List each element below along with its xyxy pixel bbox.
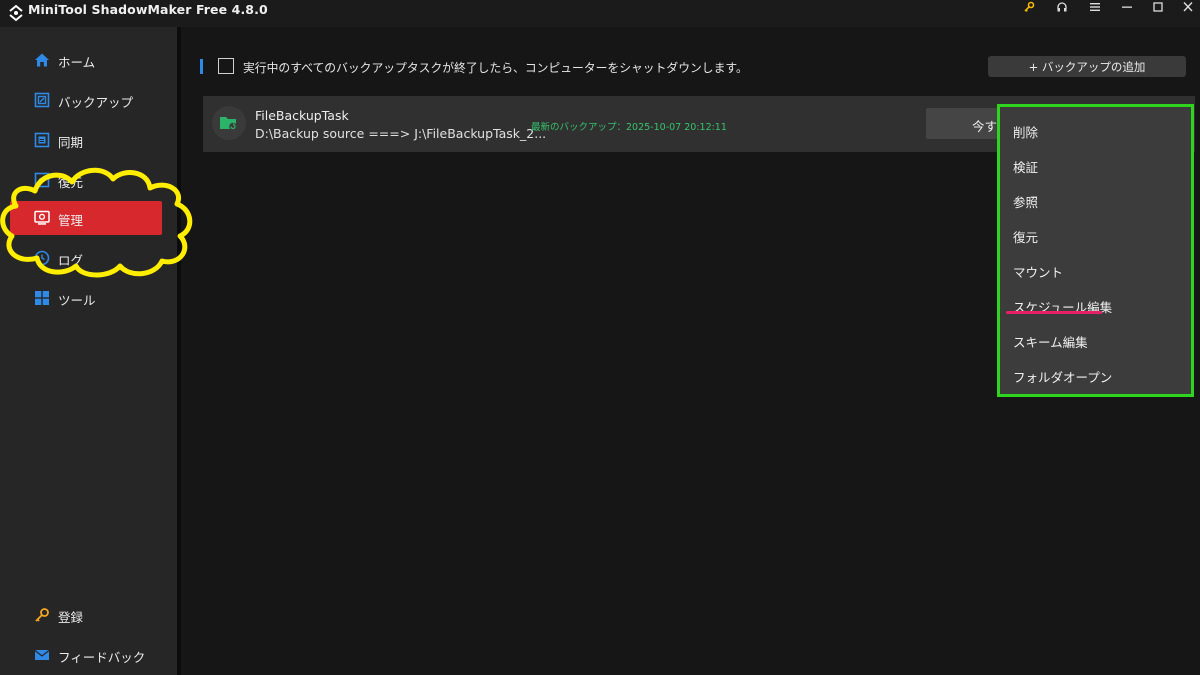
add-backup-button[interactable]: + バックアップの追加	[988, 56, 1186, 77]
menu-item-label: 参照	[1013, 195, 1039, 210]
menu-item-label: フォルダオープン	[1013, 370, 1113, 385]
mail-icon	[34, 650, 50, 660]
task-last-backup: 最新のバックアップ：2025-10-07 20:12:11	[531, 122, 727, 133]
sidebar-item-label: 管理	[58, 213, 84, 228]
key-icon[interactable]	[1017, 0, 1041, 14]
sidebar-item-label: バックアップ	[58, 95, 134, 110]
backup-now-label: 今す	[972, 119, 998, 134]
sidebar-item-label: ログ	[58, 253, 84, 268]
restore-icon	[34, 172, 50, 188]
shutdown-checkbox[interactable]	[218, 58, 234, 74]
sidebar-item-log[interactable]: ログ	[10, 241, 162, 275]
sidebar-item-label: フィードバック	[58, 650, 146, 665]
sidebar-item-label: 復元	[58, 175, 84, 190]
sidebar: ホーム バックアップ 同期 復元 管理 ログ ツール 登録 フィードバック	[0, 27, 177, 675]
task-name: FileBackupTask	[255, 108, 349, 123]
sidebar-item-feedback[interactable]: フィードバック	[10, 638, 162, 672]
title-bar: MiniTool ShadowMaker Free 4.8.0	[0, 0, 1200, 27]
menu-item-verify[interactable]: 検証	[1000, 148, 1191, 183]
sync-icon	[34, 132, 50, 148]
sidebar-item-sync[interactable]: 同期	[10, 123, 162, 157]
menu-item-label: 検証	[1013, 160, 1039, 175]
sidebar-item-label: 同期	[58, 135, 84, 150]
shutdown-label: 実行中のすべてのバックアップタスクが終了したら、コンピューターをシャットダウンし…	[243, 61, 748, 75]
context-menu: 削除 検証 参照 復元 マウント スケジュール編集 スキーム編集 フォルダオープ…	[997, 104, 1194, 397]
menu-item-restore[interactable]: 復元	[1000, 218, 1191, 253]
sidebar-item-label: ホーム	[58, 55, 96, 70]
app-title: MiniTool ShadowMaker Free 4.8.0	[28, 2, 268, 17]
backup-icon	[34, 92, 50, 108]
menu-item-label: スキーム編集	[1013, 335, 1088, 350]
menu-item-mount[interactable]: マウント	[1000, 253, 1191, 288]
menu-icon[interactable]	[1083, 0, 1107, 14]
sidebar-item-manage[interactable]: 管理	[10, 201, 162, 235]
sidebar-item-register[interactable]: 登録	[10, 598, 162, 632]
headset-icon[interactable]	[1050, 0, 1074, 14]
folder-icon	[220, 117, 237, 131]
sidebar-item-tools[interactable]: ツール	[10, 281, 162, 315]
menu-item-open-folder[interactable]: フォルダオープン	[1000, 358, 1191, 393]
menu-item-browse[interactable]: 参照	[1000, 183, 1191, 218]
key-icon	[35, 608, 49, 622]
maximize-icon[interactable]	[1146, 0, 1170, 14]
sidebar-item-home[interactable]: ホーム	[10, 43, 162, 77]
close-icon[interactable]	[1176, 0, 1200, 14]
backup-now-button[interactable]: 今す	[926, 108, 1006, 139]
task-path: D:\Backup source ===> J:\FileBackupTask_…	[255, 126, 547, 141]
home-icon	[35, 53, 49, 67]
sidebar-item-restore[interactable]: 復元	[10, 163, 162, 197]
task-icon	[212, 106, 246, 140]
menu-item-delete[interactable]: 削除	[1000, 113, 1191, 148]
schedule-edit-underline	[1006, 311, 1102, 314]
sidebar-item-label: 登録	[58, 610, 84, 625]
menu-item-label: マウント	[1013, 265, 1064, 280]
menu-item-edit-scheme[interactable]: スキーム編集	[1000, 323, 1191, 358]
log-icon	[34, 250, 50, 266]
app-window: MiniTool ShadowMaker Free 4.8.0 ホーム バックア…	[0, 0, 1200, 675]
menu-item-label: 削除	[1013, 125, 1039, 140]
minimize-icon[interactable]	[1115, 0, 1139, 14]
accent-bar	[200, 59, 203, 74]
menu-item-label: 復元	[1013, 230, 1039, 245]
sidebar-item-backup[interactable]: バックアップ	[10, 83, 162, 117]
app-logo-icon	[9, 4, 23, 22]
manage-icon	[34, 210, 50, 225]
menu-item-edit-schedule[interactable]: スケジュール編集	[1000, 288, 1191, 323]
sidebar-item-label: ツール	[58, 293, 96, 308]
tools-icon	[35, 291, 49, 305]
